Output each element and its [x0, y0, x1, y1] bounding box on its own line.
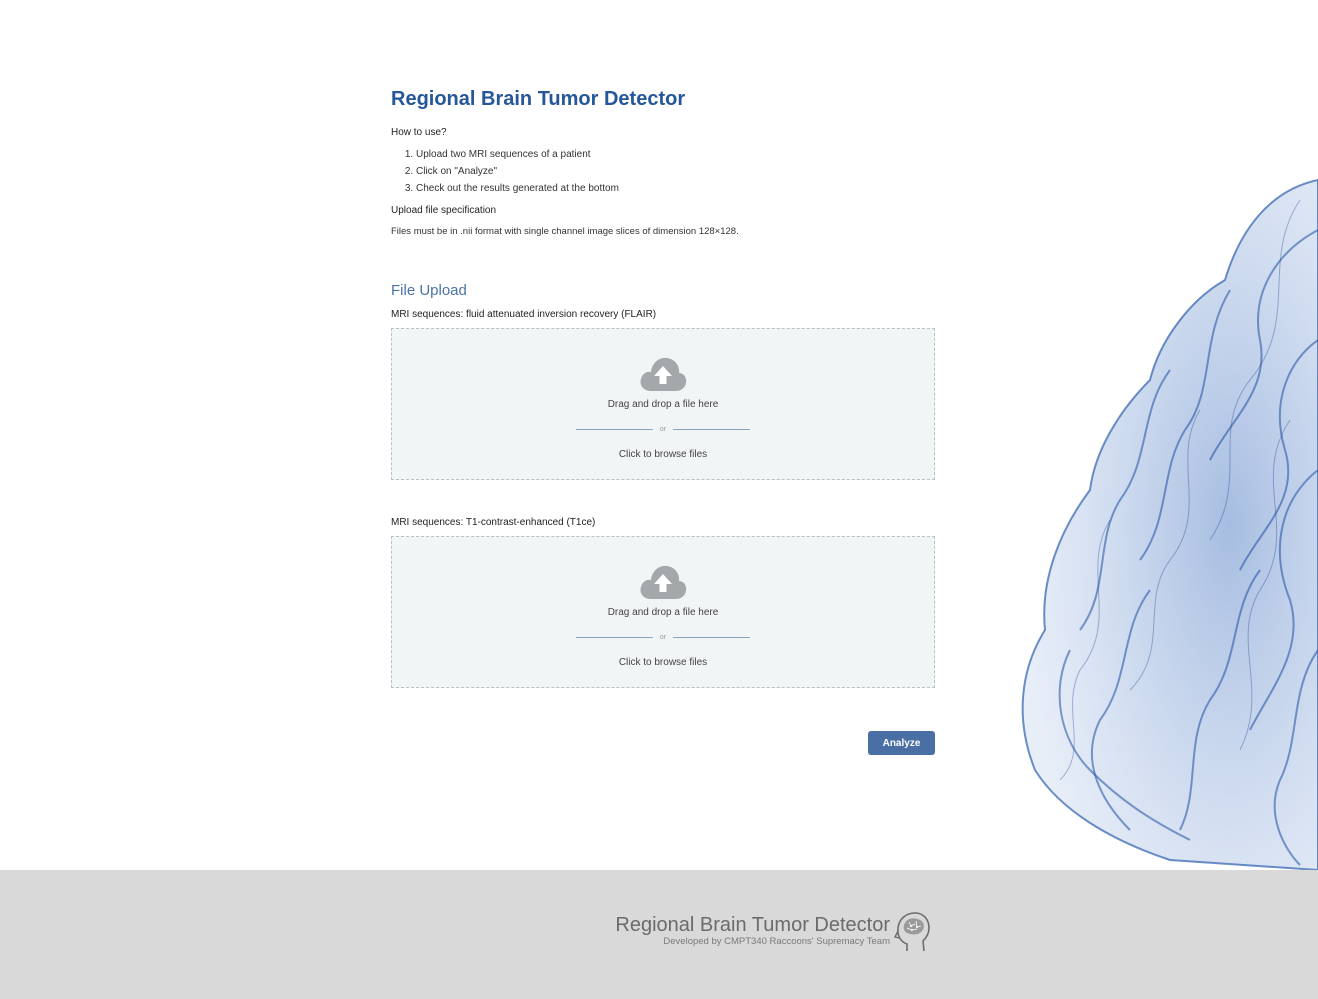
page-title: Regional Brain Tumor Detector [391, 88, 686, 110]
footer: Regional Brain Tumor Detector Developed … [0, 870, 1318, 999]
brain-illustration [1000, 170, 1318, 870]
analyze-button[interactable]: Analyze [868, 731, 935, 755]
spec-text: Files must be in .nii format with single… [391, 226, 739, 237]
instruction-step: Check out the results generated at the b… [416, 180, 935, 197]
or-text: or [659, 634, 667, 641]
or-text: or [659, 426, 667, 433]
drag-drop-text: Drag and drop a file here [607, 399, 719, 410]
instruction-step: Click on "Analyze" [416, 163, 935, 180]
how-to-use-label: How to use? [391, 127, 447, 138]
file-upload-title: File Upload [391, 282, 467, 299]
footer-title: Regional Brain Tumor Detector [615, 914, 890, 936]
flair-dropzone[interactable]: Drag and drop a file here or Click to br… [391, 328, 935, 480]
cloud-upload-icon [640, 357, 687, 391]
head-brain-icon [893, 912, 930, 952]
instructions-list: Upload two MRI sequences of a patient Cl… [391, 146, 935, 197]
main-content: Regional Brain Tumor Detector How to use… [391, 80, 935, 755]
footer-subtitle: Developed by CMPT340 Raccoons' Supremacy… [663, 936, 890, 947]
instruction-step: Upload two MRI sequences of a patient [416, 146, 935, 163]
cloud-upload-icon [640, 565, 687, 599]
or-divider: or [392, 631, 934, 643]
spec-label: Upload file specification [391, 205, 497, 216]
drag-drop-text: Drag and drop a file here [607, 607, 719, 618]
browse-files-link[interactable]: Click to browse files [392, 657, 934, 668]
t1ce-dropzone[interactable]: Drag and drop a file here or Click to br… [391, 536, 935, 688]
footer-brand: Regional Brain Tumor Detector Developed … [615, 914, 890, 948]
flair-upload-label: MRI sequences: fluid attenuated inversio… [391, 309, 657, 320]
browse-files-link[interactable]: Click to browse files [392, 449, 934, 460]
or-divider: or [392, 423, 934, 435]
t1ce-upload-label: MRI sequences: T1-contrast-enhanced (T1c… [391, 517, 596, 528]
